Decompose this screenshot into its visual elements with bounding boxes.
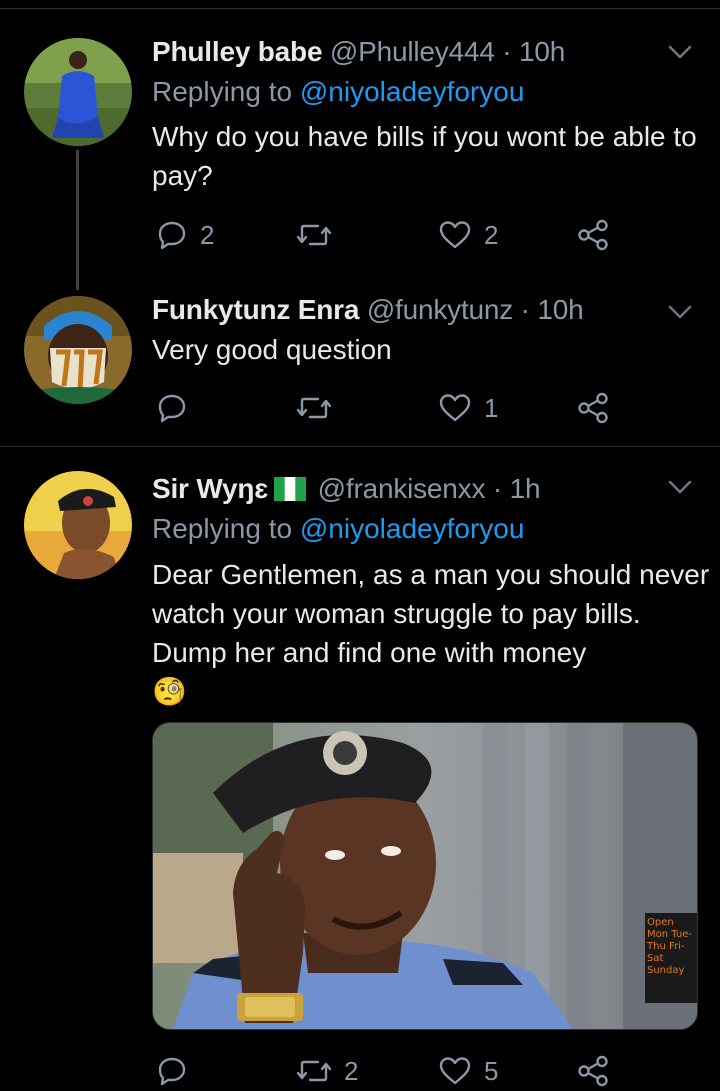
- tweet-actions: 2 2: [152, 215, 652, 255]
- like-button[interactable]: 1: [438, 388, 498, 428]
- mention-link[interactable]: @niyoladeyforyou: [300, 513, 525, 544]
- username[interactable]: @funkytunz: [367, 294, 513, 325]
- tweet-actions: 2 5: [152, 1051, 652, 1091]
- separator: ·: [494, 36, 519, 67]
- nigeria-flag-icon: [274, 477, 307, 501]
- reply-button[interactable]: [156, 388, 200, 428]
- chevron-down-icon[interactable]: [666, 477, 694, 497]
- timestamp[interactable]: 10h: [519, 36, 565, 67]
- reply-count: 2: [200, 219, 215, 250]
- tweet-phulley[interactable]: Phulley babe @Phulley444 · 10h Replying …: [0, 0, 720, 290]
- tweet-header: Funkytunz Enra @funkytunz · 10h: [152, 294, 584, 326]
- share-icon: [578, 392, 608, 424]
- share-icon: [578, 219, 608, 251]
- retweet-icon: [296, 397, 332, 419]
- reply-button[interactable]: 2: [156, 215, 214, 255]
- heart-icon: [439, 1057, 471, 1085]
- chevron-down-icon[interactable]: [666, 302, 694, 322]
- like-count: 1: [484, 392, 499, 423]
- retweet-button[interactable]: [296, 388, 344, 428]
- tweet-text-content: Dear Gentlemen, as a man you should neve…: [152, 559, 710, 668]
- heart-icon: [439, 394, 471, 422]
- open-sign-text: Open Mon Tue-Thu Fri-Sat Sunday: [647, 917, 692, 976]
- share-button[interactable]: [576, 1051, 610, 1091]
- replying-label: Replying to: [152, 513, 293, 544]
- separator: ·: [485, 473, 510, 504]
- share-icon: [578, 1055, 608, 1087]
- display-name[interactable]: Funkytunz Enra: [152, 294, 359, 325]
- tweet-text: Why do you have bills if you wont be abl…: [152, 121, 697, 191]
- username[interactable]: @frankisenxx: [318, 473, 486, 504]
- avatar[interactable]: [24, 471, 132, 579]
- reply-button[interactable]: [156, 1051, 200, 1091]
- replying-to: Replying to @niyoladeyforyou: [152, 513, 524, 545]
- avatar[interactable]: [24, 296, 132, 404]
- timestamp[interactable]: 10h: [537, 294, 583, 325]
- retweet-icon: [296, 1060, 332, 1082]
- like-button[interactable]: 2: [438, 215, 498, 255]
- tweet-text: Very good question: [152, 334, 392, 365]
- timestamp[interactable]: 1h: [510, 473, 541, 504]
- reply-icon: [158, 1057, 186, 1086]
- like-count: 2: [484, 219, 499, 250]
- replying-label: Replying to: [152, 76, 293, 107]
- retweet-button[interactable]: 2: [296, 1051, 358, 1091]
- reply-icon: [158, 221, 186, 250]
- retweet-icon: [296, 224, 332, 246]
- avatar[interactable]: [24, 38, 132, 146]
- monocle-face-emoji: 🧐: [152, 675, 187, 708]
- display-name[interactable]: Sir Wyŋɛ: [152, 473, 268, 504]
- like-count: 5: [484, 1055, 499, 1086]
- meme-photo: [153, 723, 697, 1029]
- tweet-sirwyne[interactable]: Sir Wyŋɛ @frankisenxx · 1h Replying to @…: [0, 447, 720, 1087]
- share-button[interactable]: [576, 388, 610, 428]
- username[interactable]: @Phulley444: [330, 36, 495, 67]
- mention-link[interactable]: @niyoladeyforyou: [300, 76, 525, 107]
- separator: ·: [513, 294, 538, 325]
- like-button[interactable]: 5: [438, 1051, 498, 1091]
- display-name[interactable]: Phulley babe: [152, 36, 323, 67]
- retweet-count: 2: [344, 1055, 359, 1086]
- reply-icon: [158, 394, 186, 423]
- tweet-header: Phulley babe @Phulley444 · 10h: [152, 36, 565, 68]
- chevron-down-icon[interactable]: [666, 42, 694, 62]
- tweet-media-image[interactable]: Open Mon Tue-Thu Fri-Sat Sunday: [152, 722, 698, 1030]
- tweet-header: Sir Wyŋɛ @frankisenxx · 1h: [152, 473, 541, 505]
- share-button[interactable]: [576, 215, 610, 255]
- retweet-button[interactable]: [296, 215, 344, 255]
- heart-icon: [439, 221, 471, 249]
- tweet-funkytunz[interactable]: Funkytunz Enra @funkytunz · 10h Very goo…: [0, 290, 720, 446]
- tweet-text: Dear Gentlemen, as a man you should neve…: [152, 555, 712, 711]
- thread-line: [76, 150, 79, 290]
- replying-to: Replying to @niyoladeyforyou: [152, 76, 524, 108]
- tweet-actions: 1: [152, 388, 652, 428]
